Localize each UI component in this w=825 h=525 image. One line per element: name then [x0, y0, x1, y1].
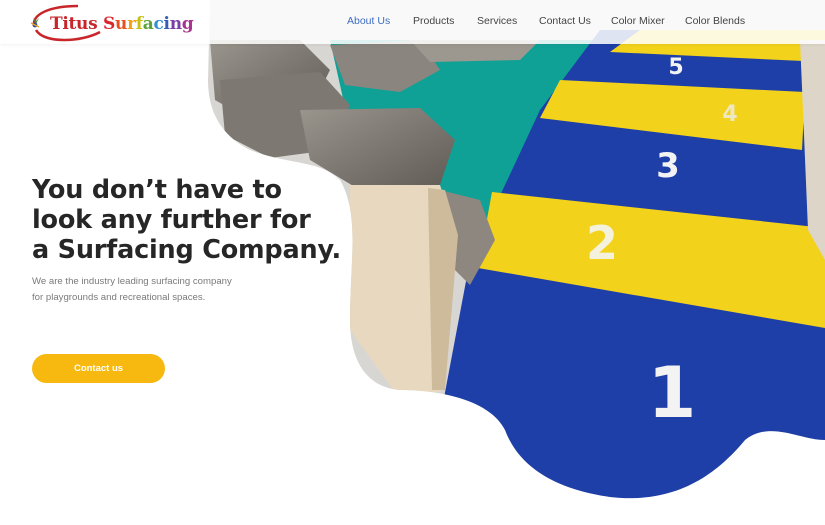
track-number-4: 4 [722, 102, 737, 127]
logo-letter: u [115, 14, 128, 34]
nav-color-mixer[interactable]: Color Mixer [611, 15, 665, 27]
nav-contact-us[interactable]: Contact Us [539, 15, 591, 27]
logo-word-titus: Titus [50, 14, 98, 34]
headline-line-2: look any further for [32, 205, 311, 235]
logo-letter: S [103, 14, 116, 34]
logo-letter: r [127, 14, 136, 34]
nav-services[interactable]: Services [477, 15, 517, 27]
track-number-5: 5 [668, 55, 683, 80]
hero-subcopy: We are the industry leading surfacing co… [32, 274, 272, 306]
track-number-1: 1 [648, 352, 697, 434]
logo-letter: c [153, 14, 164, 34]
headline-line-1: You don’t have to [32, 175, 282, 205]
logo-word-surfacing: Surfacing [103, 14, 194, 34]
logo-letter: f [135, 14, 143, 34]
logo-letter: g [181, 14, 194, 34]
nav-about-us[interactable]: About Us [347, 15, 390, 27]
subcopy-line-1: We are the industry leading surfacing co… [32, 276, 232, 287]
track-number-3: 3 [656, 146, 680, 186]
brand-logo[interactable]: Titus Surfacing [30, 4, 194, 42]
headline-line-3: a Surfacing Company. [32, 235, 342, 265]
logo-letter: n [169, 14, 182, 34]
subcopy-line-2: for playgrounds and recreational spaces. [32, 292, 206, 303]
track-number-2: 2 [586, 216, 618, 270]
logo-letter: a [142, 14, 154, 34]
site-header: Titus Surfacing About Us Products Servic… [0, 0, 825, 44]
contact-us-button[interactable]: Contact us [32, 354, 165, 383]
nav-color-blends[interactable]: Color Blends [685, 15, 745, 27]
nav-products[interactable]: Products [413, 15, 454, 27]
hero-headline: You don’t have to look any further for a… [32, 175, 352, 265]
